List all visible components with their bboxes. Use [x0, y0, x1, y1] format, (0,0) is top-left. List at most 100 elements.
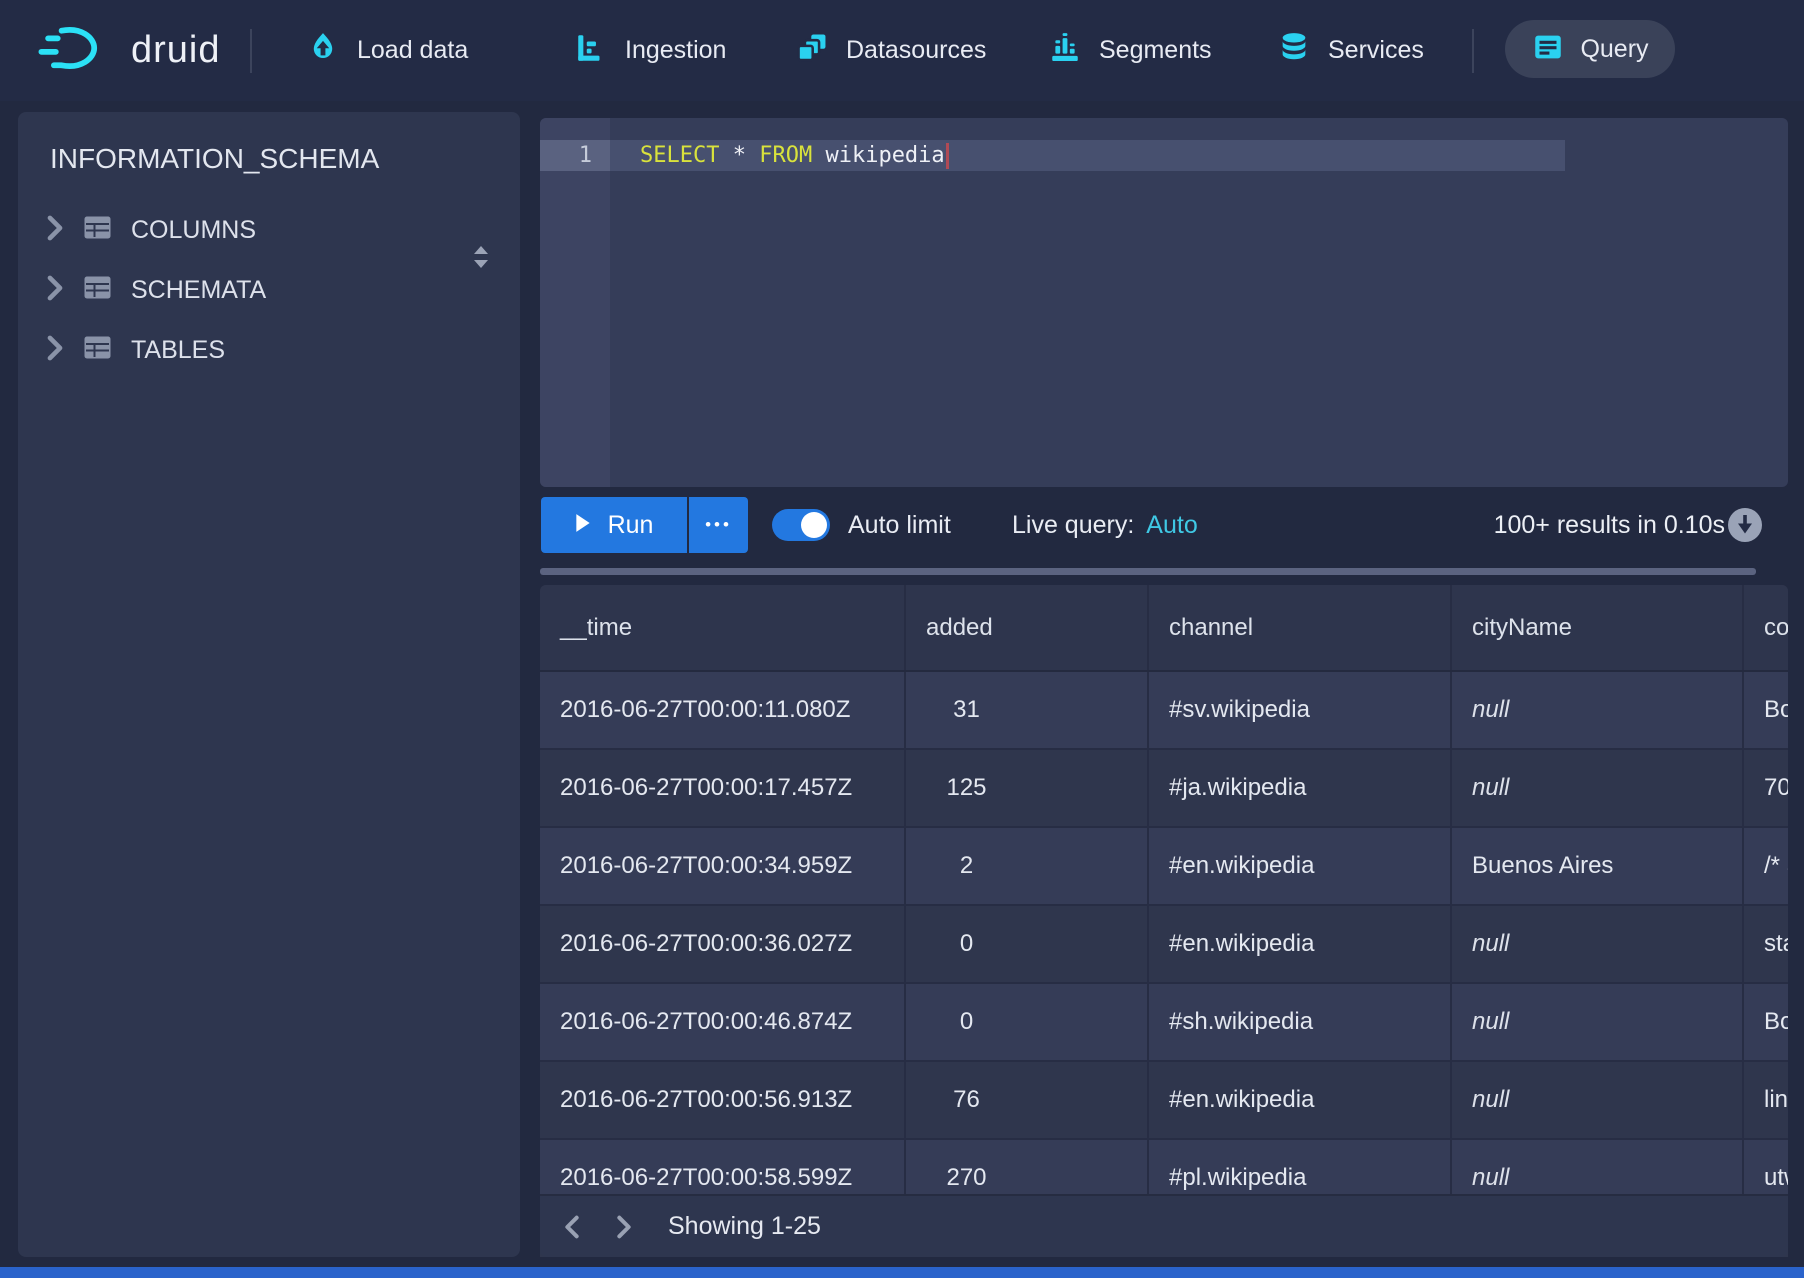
table-cell-cityName[interactable]: null — [1450, 750, 1742, 826]
nav-item-label: Ingestion — [625, 36, 726, 65]
table-cell-__time[interactable]: 2016-06-27T00:00:36.027Z — [540, 906, 904, 982]
sql-token-plain: wikipedia — [812, 143, 944, 168]
showing-range-label: Showing 1-25 — [668, 1212, 821, 1241]
datasources-icon — [795, 31, 829, 70]
bottom-accent-strip — [0, 1267, 1804, 1278]
druid-logo-icon — [36, 24, 114, 77]
live-query: Live query: Auto — [1012, 497, 1198, 553]
sidebar-item-schemata[interactable]: SCHEMATA — [18, 261, 520, 319]
nav-item-label: Datasources — [846, 36, 986, 65]
nav-item-load-data[interactable]: Load data — [306, 0, 468, 101]
editor-gutter — [540, 118, 610, 487]
chevron-right-icon — [46, 215, 64, 246]
table-cell-added[interactable]: 125 — [904, 750, 1147, 826]
chevron-right-icon — [46, 335, 64, 366]
results-table: __timeaddedchannelcityNamecomment 2016-0… — [540, 585, 1788, 1257]
sidebar-item-tables[interactable]: TABLES — [18, 321, 520, 379]
chevron-right-icon — [46, 275, 64, 306]
table-row: 2016-06-27T00:00:46.874Z0#sh.wikipedianu… — [540, 984, 1788, 1062]
results-info: 100+ results in 0.10s — [1494, 497, 1725, 553]
column-header-comment[interactable]: comment — [1742, 585, 1788, 670]
nav-item-segments[interactable]: Segments — [1048, 0, 1212, 101]
table-cell-channel[interactable]: #en.wikipedia — [1147, 906, 1450, 982]
run-button-label: Run — [608, 511, 654, 540]
table-icon — [84, 336, 111, 364]
live-query-label: Live query: — [1012, 511, 1134, 540]
results-pagination: Showing 1-25 — [540, 1194, 1788, 1257]
table-cell-added[interactable]: 0 — [904, 906, 1147, 982]
table-cell-cityName[interactable]: null — [1450, 1062, 1742, 1138]
table-row: 2016-06-27T00:00:34.959Z2#en.wikipediaBu… — [540, 828, 1788, 906]
nav-item-label: Segments — [1099, 36, 1212, 65]
horizontal-scrollbar[interactable] — [540, 568, 1756, 575]
table-row: 2016-06-27T00:00:56.913Z76#en.wikipedian… — [540, 1062, 1788, 1140]
editor-line-number: 1 — [540, 140, 610, 171]
nav-item-label: Query — [1580, 35, 1648, 64]
results-table-body: 2016-06-27T00:00:11.080Z31#sv.wikipedian… — [540, 672, 1788, 1218]
load-data-icon — [306, 31, 340, 70]
column-header-added[interactable]: added — [904, 585, 1147, 670]
schema-header-row[interactable]: INFORMATION_SCHEMA — [18, 136, 520, 182]
sql-token-plain: * — [719, 143, 759, 168]
table-cell-comment[interactable]: sta — [1742, 906, 1788, 982]
sidebar-item-columns[interactable]: COLUMNS — [18, 201, 520, 259]
auto-limit-toggle[interactable] — [772, 509, 830, 541]
table-cell-__time[interactable]: 2016-06-27T00:00:34.959Z — [540, 828, 904, 904]
nav-item-services[interactable]: Services — [1277, 0, 1424, 101]
table-cell-channel[interactable]: #ja.wikipedia — [1147, 750, 1450, 826]
table-cell-comment[interactable]: 70. — [1742, 750, 1788, 826]
druid-wordmark: druid — [131, 29, 221, 72]
table-cell-channel[interactable]: #sv.wikipedia — [1147, 672, 1450, 748]
download-button[interactable] — [1727, 507, 1763, 543]
query-icon — [1531, 30, 1565, 69]
table-cell-channel[interactable]: #en.wikipedia — [1147, 1062, 1450, 1138]
table-cell-comment[interactable]: link — [1742, 1062, 1788, 1138]
nav-item-query-active[interactable]: Query — [1505, 20, 1675, 78]
table-cell-added[interactable]: 2 — [904, 828, 1147, 904]
sql-token-keyword: SELECT — [640, 143, 719, 168]
table-cell-added[interactable]: 0 — [904, 984, 1147, 1060]
prev-page-button[interactable] — [552, 1207, 592, 1247]
table-cell-added[interactable]: 31 — [904, 672, 1147, 748]
toggle-knob — [801, 512, 827, 538]
play-icon — [575, 513, 591, 538]
table-cell-__time[interactable]: 2016-06-27T00:00:56.913Z — [540, 1062, 904, 1138]
run-more-button[interactable]: ••• — [689, 497, 748, 553]
column-header-channel[interactable]: channel — [1147, 585, 1450, 670]
nav-item-datasources[interactable]: Datasources — [795, 0, 986, 101]
schema-title: INFORMATION_SCHEMA — [50, 143, 379, 175]
sql-editor[interactable]: 1 SELECT * FROM wikipedia — [540, 118, 1788, 487]
table-cell-comment[interactable]: Bot — [1742, 984, 1788, 1060]
table-cell-channel[interactable]: #en.wikipedia — [1147, 828, 1450, 904]
navbar-divider — [250, 29, 252, 73]
column-header-__time[interactable]: __time — [540, 585, 904, 670]
nav-item-label: Services — [1328, 36, 1424, 65]
sidebar-item-label: SCHEMATA — [131, 276, 266, 305]
table-cell-cityName[interactable]: Buenos Aires — [1450, 828, 1742, 904]
table-cell-channel[interactable]: #sh.wikipedia — [1147, 984, 1450, 1060]
table-cell-__time[interactable]: 2016-06-27T00:00:46.874Z — [540, 984, 904, 1060]
text-cursor — [946, 143, 949, 169]
table-icon — [84, 216, 111, 244]
schema-sidebar: INFORMATION_SCHEMA COLUMNS — [18, 112, 520, 1257]
table-icon — [84, 276, 111, 304]
druid-console: druid Load data Ingestion — [0, 0, 1804, 1278]
table-cell-comment[interactable]: Bot — [1742, 672, 1788, 748]
next-page-button[interactable] — [604, 1207, 644, 1247]
table-cell-__time[interactable]: 2016-06-27T00:00:11.080Z — [540, 672, 904, 748]
sql-code-line[interactable]: SELECT * FROM wikipedia — [640, 140, 949, 171]
nav-item-ingestion[interactable]: Ingestion — [574, 0, 726, 101]
table-cell-added[interactable]: 76 — [904, 1062, 1147, 1138]
table-cell-cityName[interactable]: null — [1450, 984, 1742, 1060]
ingestion-icon — [574, 31, 608, 70]
column-header-cityName[interactable]: cityName — [1450, 585, 1742, 670]
table-row: 2016-06-27T00:00:11.080Z31#sv.wikipedian… — [540, 672, 1788, 750]
run-button[interactable]: Run — [541, 497, 687, 553]
table-cell-__time[interactable]: 2016-06-27T00:00:17.457Z — [540, 750, 904, 826]
table-cell-comment[interactable]: /* S — [1742, 828, 1788, 904]
sidebar-item-label: TABLES — [131, 336, 225, 365]
live-query-value-link[interactable]: Auto — [1146, 511, 1197, 540]
table-cell-cityName[interactable]: null — [1450, 672, 1742, 748]
druid-logo[interactable]: druid — [36, 0, 221, 101]
table-cell-cityName[interactable]: null — [1450, 906, 1742, 982]
